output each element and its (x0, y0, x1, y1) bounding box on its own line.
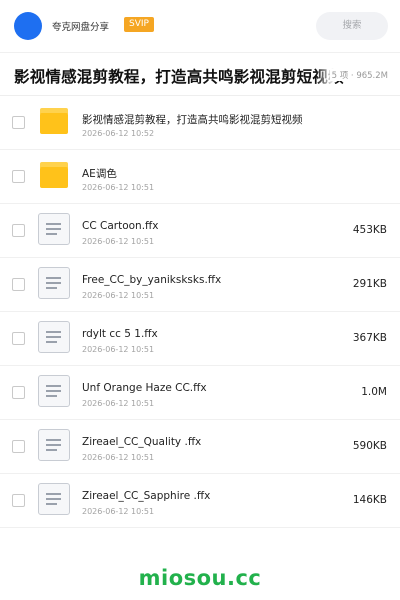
list-item[interactable]: 影视情感混剪教程，打造高共鸣影视混剪短视频 2026-06-12 10:52 (0, 96, 400, 150)
file-icon (38, 429, 70, 461)
file-size: 367KB (352, 332, 387, 344)
file-icon (38, 483, 70, 515)
file-name[interactable]: Free_CC_by_yaniksksks.ffx (82, 274, 221, 286)
file-icon (38, 321, 70, 353)
file-size: 146KB (352, 494, 387, 506)
select-checkbox[interactable] (12, 278, 25, 291)
file-name[interactable]: Zireael_CC_Sapphire .ffx (82, 490, 210, 502)
folder-meta: 5 项 · 965.2M (329, 69, 388, 81)
search-input[interactable]: 搜索 (316, 12, 388, 40)
file-size: 453KB (352, 224, 387, 236)
svip-badge: SVIP (124, 17, 154, 32)
select-checkbox[interactable] (12, 494, 25, 507)
avatar[interactable] (14, 12, 42, 40)
file-date: 2026-06-12 10:51 (82, 453, 155, 462)
page-title: 影视情感混剪教程，打造高共鸣影视混剪短视频 (14, 68, 344, 86)
list-item[interactable]: AE调色 2026-06-12 10:51 (0, 150, 400, 204)
select-checkbox[interactable] (12, 224, 25, 237)
file-icon (38, 267, 70, 299)
file-date: 2026-06-12 10:51 (82, 507, 155, 516)
folder-icon (38, 105, 70, 137)
file-date: 2026-06-12 10:51 (82, 399, 155, 408)
select-checkbox[interactable] (12, 332, 25, 345)
file-date: 2026-06-12 10:51 (82, 345, 155, 354)
file-name[interactable]: CC Cartoon.ffx (82, 220, 159, 232)
file-list: 影视情感混剪教程，打造高共鸣影视混剪短视频 2026-06-12 10:52 AE调… (0, 96, 400, 528)
select-checkbox[interactable] (12, 386, 25, 399)
select-checkbox[interactable] (12, 440, 25, 453)
brand-name: 夸克网盘分享 (52, 22, 110, 33)
file-name[interactable]: 影视情感混剪教程，打造高共鸣影视混剪短视频 (82, 112, 303, 127)
file-date: 2026-06-12 10:51 (82, 237, 155, 246)
file-name[interactable]: rdylt cc 5 1.ffx (82, 328, 158, 340)
list-item[interactable]: rdylt cc 5 1.ffx 2026-06-12 10:51 367KB (0, 312, 400, 366)
list-item[interactable]: Zireael_CC_Quality .ffx 2026-06-12 10:51 5… (0, 420, 400, 474)
list-item[interactable]: Zireael_CC_Sapphire .ffx 2026-06-12 10:51… (0, 474, 400, 528)
file-name[interactable]: Zireael_CC_Quality .ffx (82, 436, 201, 448)
list-item[interactable]: Free_CC_by_yaniksksks.ffx 2026-06-12 10:5… (0, 258, 400, 312)
file-name[interactable]: AE调色 (82, 166, 117, 181)
file-icon (38, 375, 70, 407)
folder-title-bar: 影视情感混剪教程，打造高共鸣影视混剪短视频 5 项 · 965.2M (0, 52, 400, 96)
select-checkbox[interactable] (12, 116, 25, 129)
file-size: 590KB (352, 440, 387, 452)
folder-icon (38, 159, 70, 191)
file-date: 2026-06-12 10:51 (82, 291, 155, 300)
file-size: 291KB (352, 278, 387, 290)
file-date: 2026-06-12 10:52 (82, 129, 155, 138)
list-item[interactable]: Unf Orange Haze CC.ffx 2026-06-12 10:51 1.… (0, 366, 400, 420)
select-checkbox[interactable] (12, 170, 25, 183)
list-item[interactable]: CC Cartoon.ffx 2026-06-12 10:51 453KB (0, 204, 400, 258)
file-name[interactable]: Unf Orange Haze CC.ffx (82, 382, 207, 394)
app-header: 夸克网盘分享 SVIP 搜索 (0, 0, 400, 52)
file-icon (38, 213, 70, 245)
watermark: miosou.cc (138, 566, 262, 590)
file-size: 1.0M (361, 386, 387, 398)
file-date: 2026-06-12 10:51 (82, 183, 155, 192)
